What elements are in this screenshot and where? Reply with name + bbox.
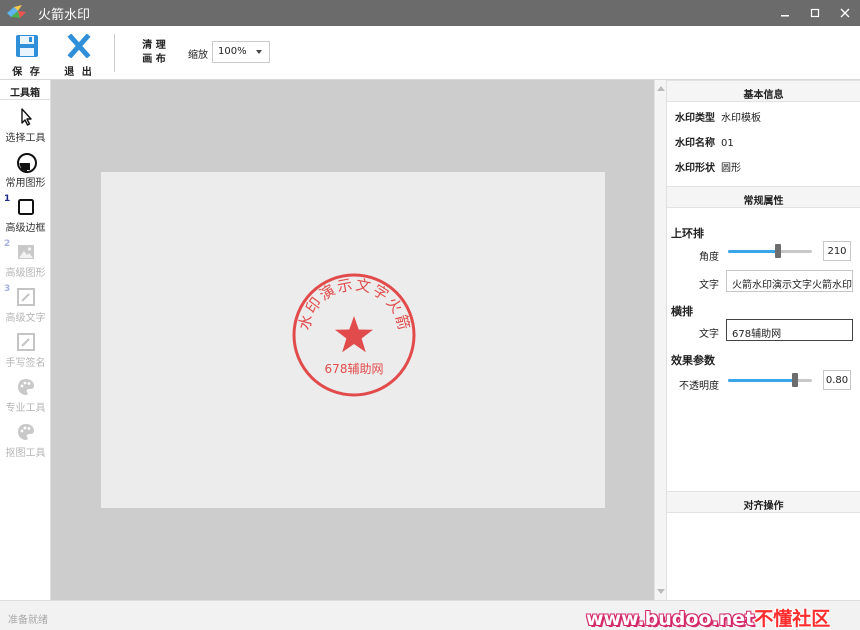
close-x-icon: [67, 33, 91, 59]
tool-advanced-border[interactable]: 1 高级边框: [0, 194, 51, 239]
zoom-select[interactable]: 100%: [212, 41, 270, 63]
clear-canvas-button[interactable]: 清 理 画 布: [140, 39, 168, 67]
seal-ring-text: 火箭水印演示文字火箭水印: [290, 269, 413, 332]
signature-pen-icon: [16, 332, 36, 352]
angle-input[interactable]: 210: [823, 241, 851, 261]
info-value: 水印模板: [721, 113, 761, 124]
info-row-name: 水印名称 01: [675, 134, 734, 149]
toolbox-title: 工具箱: [0, 80, 50, 100]
title-bar: 火箭水印: [0, 0, 860, 26]
opacity-slider[interactable]: [728, 373, 812, 387]
zoom-value: 100%: [218, 46, 247, 57]
tool-cutout[interactable]: 抠图工具: [0, 419, 51, 464]
zoom-label: 缩放: [188, 50, 208, 61]
slider-fill: [728, 250, 779, 253]
toolbar: 保 存 退 出 清 理 画 布 缩放 100%: [0, 26, 860, 80]
info-key: 水印名称: [675, 138, 715, 149]
info-value: 圆形: [721, 163, 741, 174]
palette-icon: [16, 422, 36, 442]
exit-button[interactable]: 退 出: [62, 33, 96, 78]
horizontal-group-title: 横排: [671, 305, 693, 318]
cursor-icon: [16, 107, 36, 127]
slider-fill: [728, 379, 796, 382]
canvas-area[interactable]: 火箭水印演示文字火箭水印 678辅助网: [51, 80, 654, 600]
clear-canvas-label-line2: 画 布: [142, 54, 166, 65]
save-button[interactable]: 保 存: [10, 34, 44, 78]
square-border-icon: [16, 197, 36, 217]
tool-handwritten-signature[interactable]: 手写签名: [0, 329, 51, 374]
opacity-label: 不透明度: [679, 381, 719, 392]
angle-slider[interactable]: [728, 244, 812, 258]
slider-thumb[interactable]: [792, 373, 799, 387]
horizontal-text-label: 文字: [699, 329, 719, 340]
toolbox: 工具箱 选择工具 常用图形 1 高级边框 2 高级图形 3 高级文字 手写签名 …: [0, 80, 51, 600]
tool-label: 选择工具: [5, 133, 46, 144]
tool-badge: 1: [4, 194, 11, 204]
image-icon: [16, 242, 36, 262]
arc-group-title: 上环排: [671, 227, 704, 240]
tool-label: 专业工具: [5, 403, 46, 414]
status-bar: 准备就绪 www.budoo.net不懂社区: [0, 600, 860, 630]
svg-text:火箭水印演示文字火箭水印: 火箭水印演示文字火箭水印: [290, 269, 413, 332]
window-title: 火箭水印: [38, 7, 91, 23]
general-properties-header: 常规属性: [667, 186, 860, 208]
info-key: 水印形状: [675, 163, 715, 174]
tool-label: 高级文字: [5, 313, 46, 324]
effect-group-title: 效果参数: [671, 354, 715, 367]
site-watermark: www.budoo.net不懂社区: [586, 604, 830, 630]
close-button[interactable]: [830, 0, 860, 26]
tool-common-shapes[interactable]: 常用图形: [0, 149, 51, 194]
info-row-shape: 水印形状 圆形: [675, 159, 741, 174]
circle-shape-icon: [16, 152, 37, 173]
scroll-down-icon[interactable]: [657, 589, 665, 594]
watermark-cn: 不懂社区: [754, 608, 831, 630]
minimize-button[interactable]: [770, 0, 800, 26]
exit-label: 退 出: [64, 67, 94, 78]
opacity-input[interactable]: 0.80: [823, 370, 851, 390]
properties-panel: 基本信息 水印类型 水印模板 水印名称 01 水印形状 圆形 常规属性 上环排 角度 …: [666, 80, 860, 600]
canvas-paper[interactable]: 火箭水印演示文字火箭水印 678辅助网: [101, 172, 605, 508]
tool-label: 抠图工具: [5, 448, 46, 459]
tool-select[interactable]: 选择工具: [0, 104, 51, 149]
scroll-up-icon[interactable]: [657, 86, 665, 91]
tool-label: 高级图形: [5, 268, 46, 279]
arc-text-input[interactable]: 火箭水印演示文字火箭水印: [726, 270, 853, 292]
info-value: 01: [721, 138, 734, 149]
horizontal-text-input[interactable]: 678辅助网: [726, 319, 853, 341]
seal-center-text: 678辅助网: [325, 362, 384, 376]
tool-label: 常用图形: [5, 178, 46, 189]
info-row-type: 水印类型 水印模板: [675, 109, 761, 124]
basic-info-header: 基本信息: [667, 80, 860, 102]
floppy-disk-icon: [16, 35, 38, 57]
clear-canvas-label-line1: 清 理: [142, 40, 166, 51]
toolbar-divider: [114, 34, 115, 72]
seal-stamp[interactable]: 火箭水印演示文字火箭水印 678辅助网: [290, 269, 418, 399]
tool-advanced-text[interactable]: 3 高级文字: [0, 284, 51, 329]
app-logo-icon: [6, 4, 28, 22]
watermark-url: www.budoo.net: [586, 608, 755, 630]
chevron-down-icon: [256, 50, 262, 54]
info-key: 水印类型: [675, 113, 715, 124]
slider-thumb[interactable]: [775, 244, 782, 258]
tool-label: 手写签名: [5, 358, 46, 369]
vertical-scrollbar[interactable]: [654, 80, 666, 600]
align-header: 对齐操作: [667, 491, 860, 513]
arc-text-label: 文字: [699, 280, 719, 291]
angle-label: 角度: [699, 252, 719, 263]
tool-professional[interactable]: 专业工具: [0, 374, 51, 419]
status-text: 准备就绪: [8, 615, 48, 626]
tool-badge: 2: [4, 239, 11, 249]
maximize-button[interactable]: [800, 0, 830, 26]
tool-advanced-graphics[interactable]: 2 高级图形: [0, 239, 51, 284]
save-label: 保 存: [12, 67, 42, 78]
palette-icon: [16, 377, 36, 397]
tool-label: 高级边框: [5, 223, 46, 234]
tool-badge: 3: [4, 284, 11, 294]
pen-icon: [16, 287, 36, 307]
